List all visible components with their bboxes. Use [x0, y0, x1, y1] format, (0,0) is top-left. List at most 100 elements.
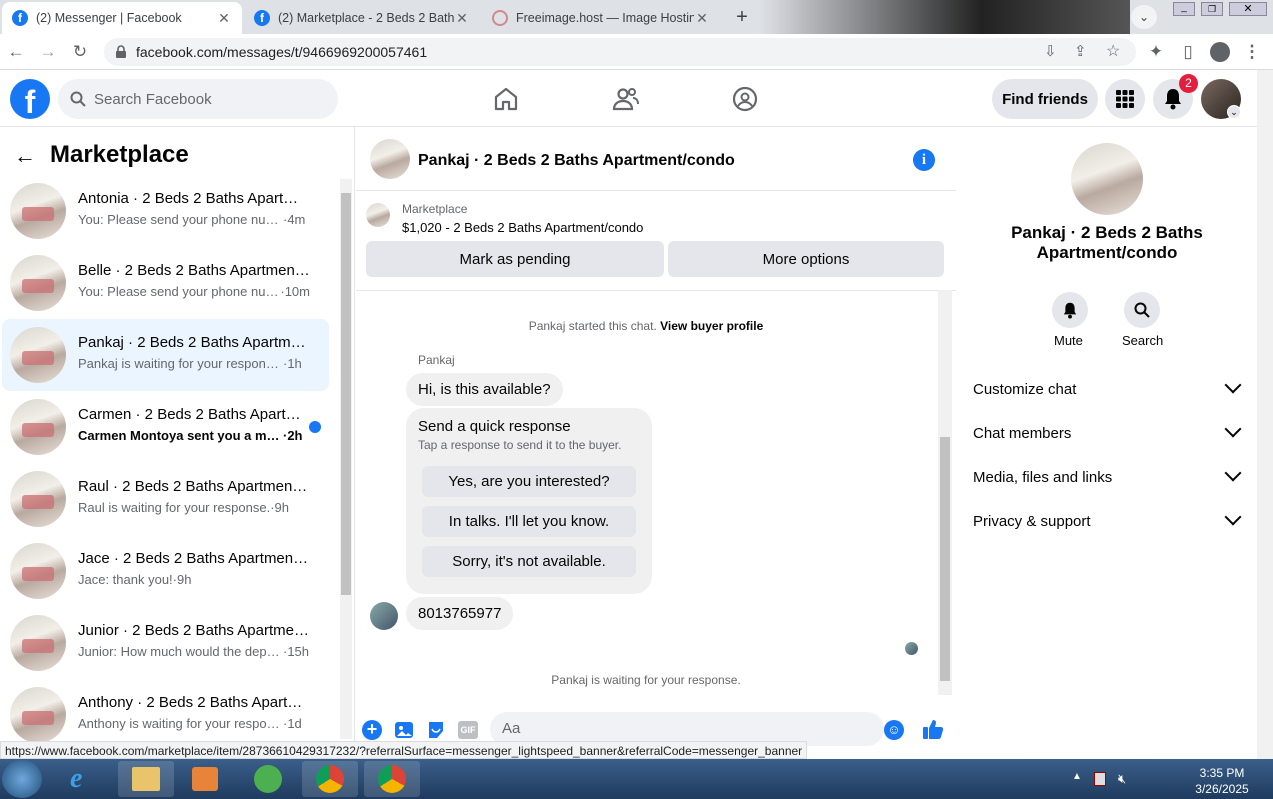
- search-box[interactable]: [58, 79, 338, 119]
- listing-avatar: [10, 327, 66, 383]
- quick-response-in-talks-button[interactable]: In talks. I'll let you know.: [422, 506, 636, 537]
- friends-icon[interactable]: [612, 86, 640, 112]
- close-tab-icon[interactable]: ✕: [216, 10, 232, 27]
- facebook-favicon-icon: f: [254, 10, 270, 26]
- media-player-icon[interactable]: [178, 761, 234, 797]
- more-options-button[interactable]: More options: [668, 241, 944, 277]
- mark-as-pending-button[interactable]: Mark as pending: [366, 241, 664, 277]
- new-tab-icon[interactable]: +: [730, 6, 754, 30]
- info-icon[interactable]: i: [913, 149, 935, 171]
- conversation-item[interactable]: Raul · 2 Beds 2 Baths Apartment/condo Ra…: [2, 463, 329, 535]
- conversation-preview: Junior: How much would the deposit be ·15…: [78, 644, 310, 659]
- conversation-item[interactable]: Antonia · 2 Beds 2 Baths Apartment/condo…: [2, 175, 329, 247]
- conversation-name: Jace · 2 Beds 2 Baths Apartment/condo: [78, 550, 310, 567]
- back-arrow-icon[interactable]: ←: [14, 143, 36, 169]
- notification-badge: 2: [1179, 74, 1198, 93]
- conversation-item[interactable]: Anthony · 2 Beds 2 Baths Apartment/condo…: [2, 679, 329, 742]
- chat-members-row[interactable]: Chat members: [973, 420, 1243, 442]
- maximize-icon[interactable]: ❐: [1201, 2, 1223, 16]
- privacy-support-row[interactable]: Privacy & support: [973, 508, 1243, 530]
- search-chat-button[interactable]: [1124, 292, 1160, 328]
- back-icon[interactable]: ←: [6, 42, 26, 62]
- window-controls: _ ❐ ✕: [1173, 2, 1269, 18]
- close-window-icon[interactable]: ✕: [1229, 2, 1267, 16]
- share-icon[interactable]: ⇪: [1074, 42, 1087, 60]
- facebook-logo-icon[interactable]: f: [10, 79, 50, 119]
- clock-date: 3/26/2025: [1195, 782, 1249, 796]
- facebook-favicon-icon: f: [12, 10, 28, 26]
- conversation-item[interactable]: Junior · 2 Beds 2 Baths Apartment/condo …: [2, 607, 329, 679]
- omnibox[interactable]: facebook.com/messages/t/9466969200057461…: [104, 38, 1136, 66]
- account-chevron-icon[interactable]: ⌄: [1227, 105, 1241, 119]
- media-files-links-row[interactable]: Media, files and links: [973, 464, 1243, 486]
- tab-marketplace[interactable]: f (2) Marketplace - 2 Beds 2 Baths ✕: [244, 2, 480, 34]
- preview-text: Pankaj is waiting for your response.: [78, 356, 283, 371]
- composer: + GIF Aa ☺: [356, 706, 956, 746]
- volume-muted-icon[interactable]: 🔇︎: [1118, 771, 1126, 787]
- network-icon[interactable]: [1094, 772, 1106, 786]
- forward-icon[interactable]: →: [38, 42, 58, 62]
- emoji-icon[interactable]: ☺: [884, 720, 904, 740]
- photo-icon[interactable]: [394, 720, 414, 740]
- tray-expand-icon[interactable]: ▲: [1072, 771, 1082, 782]
- scrollbar-thumb[interactable]: [940, 437, 950, 681]
- tab-messenger[interactable]: f (2) Messenger | Facebook ✕: [2, 2, 242, 34]
- customize-chat-row[interactable]: Customize chat: [973, 376, 1243, 398]
- start-button[interactable]: [2, 760, 42, 798]
- chrome-profile-icon[interactable]: [364, 761, 420, 797]
- tab-search-chevron-icon[interactable]: ⌄: [1131, 5, 1157, 29]
- preview-text: You: Please send your phone number: [78, 284, 281, 299]
- view-buyer-profile-link[interactable]: View buyer profile: [660, 319, 763, 333]
- chat-avatar[interactable]: [370, 139, 410, 179]
- side-panel-icon[interactable]: ▯: [1178, 42, 1198, 62]
- listing-thumbnail[interactable]: [366, 203, 390, 227]
- groups-icon[interactable]: [732, 86, 758, 112]
- plus-icon[interactable]: +: [362, 720, 382, 740]
- reload-icon[interactable]: ↻: [70, 42, 90, 62]
- listing-price[interactable]: $1,020 - 2 Beds 2 Baths Apartment/condo: [402, 220, 643, 235]
- utorrent-icon[interactable]: [240, 761, 296, 797]
- listing-avatar: [10, 543, 66, 599]
- extensions-icon[interactable]: ✦: [1146, 42, 1166, 62]
- preview-time: ·1h: [283, 356, 302, 371]
- internet-explorer-icon[interactable]: e: [54, 761, 110, 797]
- listing-avatar: [10, 615, 66, 671]
- chevron-down-icon: [1224, 420, 1242, 438]
- install-icon[interactable]: ⇩: [1044, 42, 1057, 60]
- close-tab-icon[interactable]: ✕: [694, 10, 710, 27]
- scrollbar-thumb[interactable]: [341, 193, 351, 595]
- tab-freeimage[interactable]: Freeimage.host — Image Hosting ✕: [482, 2, 720, 34]
- chat-title[interactable]: Pankaj · 2 Beds 2 Baths Apartment/condo: [418, 152, 735, 170]
- sender-avatar[interactable]: [370, 602, 398, 630]
- find-friends-button[interactable]: Find friends: [992, 79, 1098, 119]
- message-bubble[interactable]: 8013765977: [406, 597, 514, 630]
- file-explorer-icon[interactable]: [118, 761, 174, 797]
- conversation-item[interactable]: Belle · 2 Beds 2 Baths Apartment/condo Y…: [2, 247, 329, 319]
- profile-icon[interactable]: [1210, 42, 1230, 62]
- bookmark-star-icon[interactable]: ☆: [1106, 41, 1120, 61]
- close-tab-icon[interactable]: ✕: [454, 10, 470, 27]
- mute-button[interactable]: [1052, 292, 1088, 328]
- page-scrollbar[interactable]: [1257, 70, 1273, 759]
- quick-response-yes-button[interactable]: Yes, are you interested?: [422, 466, 636, 497]
- conversation-preview: Raul is waiting for your response. ·9h: [78, 500, 310, 515]
- conversation-name: Carmen · 2 Beds 2 Baths Apartment/condo: [78, 406, 310, 423]
- menu-button[interactable]: [1105, 79, 1145, 119]
- thumbs-up-icon[interactable]: [922, 718, 944, 740]
- conversation-item[interactable]: Jace · 2 Beds 2 Baths Apartment/condo Ja…: [2, 535, 329, 607]
- home-icon[interactable]: [493, 86, 519, 112]
- gif-icon[interactable]: GIF: [458, 721, 478, 739]
- section-label: Chat members: [973, 425, 1072, 442]
- message-bubble[interactable]: Hi, is this available?: [406, 373, 563, 406]
- system-clock[interactable]: 3:35 PM 3/26/2025: [1180, 765, 1264, 797]
- quick-response-not-available-button[interactable]: Sorry, it's not available.: [422, 546, 636, 577]
- conversation-item-selected[interactable]: Pankaj · 2 Beds 2 Baths Apartment/condo …: [2, 319, 329, 391]
- search-input[interactable]: [94, 90, 294, 108]
- chat-detail-avatar[interactable]: [1071, 143, 1143, 215]
- conversation-item[interactable]: Carmen · 2 Beds 2 Baths Apartment/condo …: [2, 391, 329, 463]
- browser-menu-icon[interactable]: ⋮: [1242, 42, 1262, 62]
- chrome-icon[interactable]: [302, 761, 358, 797]
- minimize-icon[interactable]: _: [1173, 2, 1195, 16]
- quick-response-subtitle: Tap a response to send it to the buyer.: [418, 438, 622, 452]
- sticker-icon[interactable]: [426, 720, 446, 740]
